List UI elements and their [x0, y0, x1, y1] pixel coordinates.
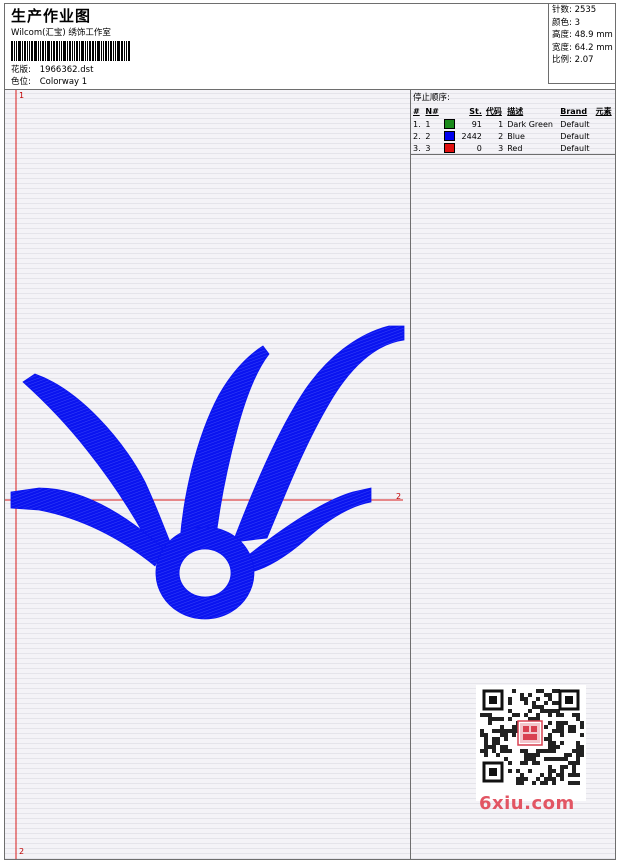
stat-height: 高度: 48.9 mm	[552, 30, 613, 41]
barcode-bar	[72, 41, 73, 61]
col-element: 元素	[595, 106, 612, 116]
barcode-bar	[121, 41, 123, 61]
qr-code-icon	[476, 685, 586, 789]
studio-name: Wilcom(汇宝) 绣饰工作室	[11, 28, 111, 38]
embroidery-preview	[5, 90, 405, 859]
barcode-bar	[81, 41, 84, 61]
col-desc: 描述	[507, 106, 524, 116]
stop-sequence-heading: 停止顺序:	[413, 93, 450, 103]
pattern-value: 1966362.dst	[39, 65, 94, 75]
embroidery-motif	[10, 325, 405, 620]
barcode-bar	[76, 41, 78, 61]
stat-scale: 比例: 2.07	[552, 55, 594, 66]
color-table-header: # N# St. 代码 描述 Brand 元素	[411, 104, 615, 118]
barcode-bar	[117, 41, 120, 61]
barcode-bar	[101, 41, 102, 61]
barcode-bar	[124, 41, 125, 61]
barcode-bar	[27, 41, 28, 61]
barcode-bar	[16, 41, 17, 61]
barcode-bar	[31, 41, 33, 61]
barcode-bar	[79, 41, 80, 61]
col-index: #	[413, 106, 420, 116]
stat-colors: 颜色: 3	[552, 17, 580, 28]
barcode-bar	[22, 41, 23, 61]
table-row: 2. 2 2442 2 Blue Default	[413, 131, 590, 141]
barcode-bar	[63, 41, 66, 61]
pattern-label: 花版:	[11, 65, 31, 75]
color-swatch	[443, 143, 455, 153]
barcode-bar	[38, 41, 39, 61]
color-table: # N# St. 代码 描述 Brand 元素 1. 1 91 1 Dark G…	[411, 104, 615, 154]
barcode-bar	[53, 41, 55, 61]
barcode-bar	[42, 41, 44, 61]
design-canvas: 1 2 2	[5, 90, 411, 859]
barcode-bar	[105, 41, 107, 61]
table-row: 3. 3 0 3 Red Default	[413, 143, 590, 153]
stat-width: 宽度: 64.2 mm	[552, 42, 613, 53]
barcode-bar	[126, 41, 127, 61]
barcode-bar	[92, 41, 94, 61]
table-divider	[411, 154, 615, 155]
barcode-bar	[89, 41, 91, 61]
barcode-bar	[40, 41, 41, 61]
pattern-row: 花版: 1966362.dst	[11, 64, 93, 76]
stats-panel: 针数: 2535 颜色: 3 高度: 48.9 mm 宽度: 64.2 mm 比…	[548, 4, 615, 84]
axis-label-top: 1	[19, 91, 25, 100]
barcode-bar	[85, 41, 86, 61]
col-stitches: St.	[469, 106, 482, 116]
barcode-bar	[18, 41, 21, 61]
barcode-bar	[95, 41, 96, 61]
barcode-bar	[108, 41, 109, 61]
barcode-bar	[69, 41, 71, 61]
header-left: 生产作业图 Wilcom(汇宝) 绣饰工作室	[11, 8, 149, 61]
table-row: 1. 1 91 1 Dark Green Default	[413, 119, 590, 129]
col-swatch	[442, 104, 458, 118]
barcode-bar	[59, 41, 60, 61]
qr-code-watermark	[476, 685, 586, 801]
barcode-bar	[47, 41, 50, 61]
barcode-bar	[97, 41, 100, 61]
stat-stitches: 针数: 2535	[552, 5, 597, 15]
barcode-bar	[110, 41, 112, 61]
axis-label-bottom: 2	[19, 847, 25, 856]
barcode-bar	[74, 41, 75, 61]
barcode-bar	[56, 41, 58, 61]
page-title: 生产作业图	[11, 7, 92, 25]
col-code: 代码	[485, 106, 502, 116]
colorway-value: Colorway 1	[39, 77, 88, 87]
color-swatch	[443, 119, 455, 129]
barcode-bar	[115, 41, 116, 61]
color-swatch	[443, 131, 455, 141]
barcode	[11, 41, 149, 61]
barcode-bar	[51, 41, 52, 61]
barcode-bar	[61, 41, 62, 61]
col-brand: Brand	[560, 106, 588, 116]
axis-label-right: 2	[396, 492, 402, 501]
ring	[155, 526, 255, 620]
barcode-bar	[11, 41, 13, 61]
colorway-row: 色位: Colorway 1	[11, 76, 87, 88]
barcode-bar	[67, 41, 68, 61]
col-needle: N#	[425, 106, 439, 116]
watermark-site: 6xiu.com	[479, 793, 575, 814]
barcode-bar	[113, 41, 114, 61]
colorway-label: 色位:	[11, 77, 31, 87]
barcode-bar	[34, 41, 37, 61]
barcode-bar	[24, 41, 26, 61]
barcode-bar	[103, 41, 104, 61]
barcode-bar	[128, 41, 130, 61]
barcode-bar	[29, 41, 30, 61]
barcode-bar	[14, 41, 15, 61]
barcode-bar	[45, 41, 46, 61]
barcode-bar	[87, 41, 88, 61]
production-sheet: 生产作业图 Wilcom(汇宝) 绣饰工作室 花版: 1966362.dst 色…	[4, 3, 616, 860]
